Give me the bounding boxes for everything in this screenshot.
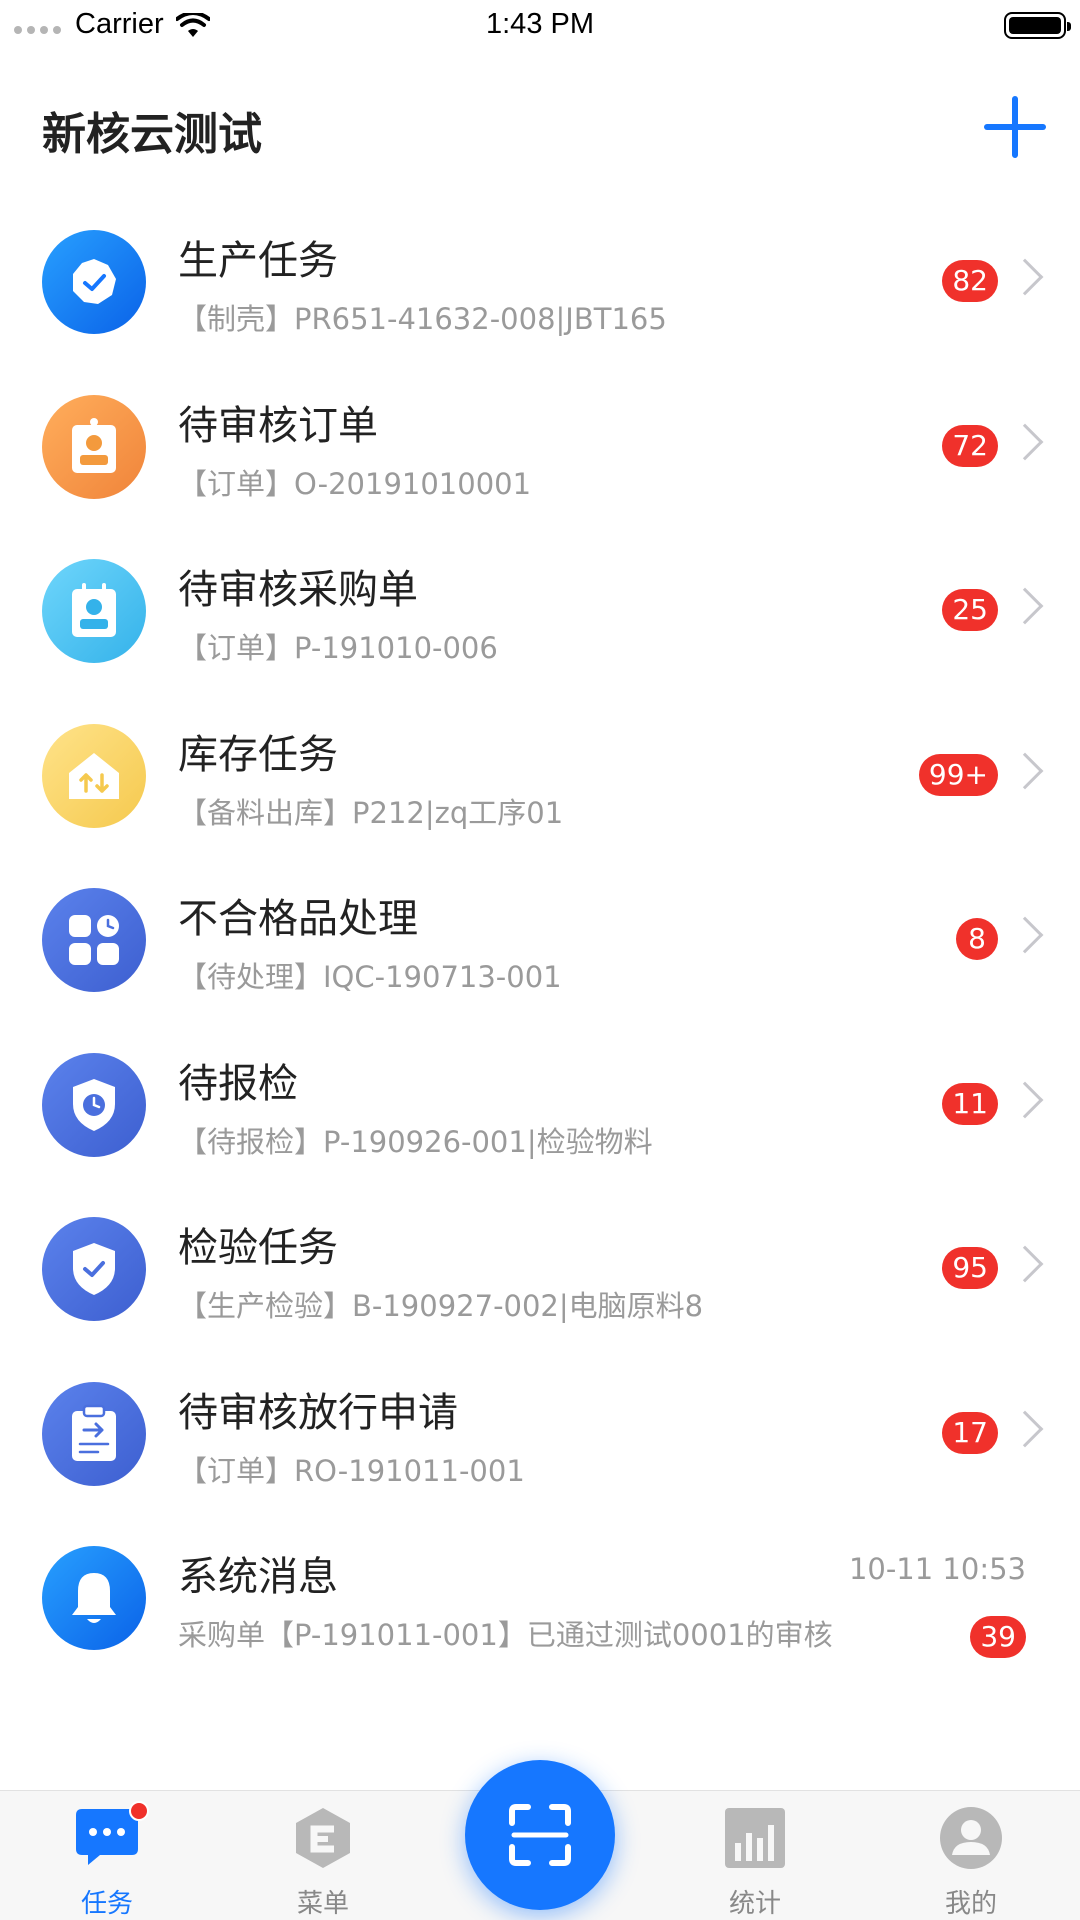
scan-button[interactable]: [465, 1760, 615, 1910]
chevron-right-icon: [1006, 1081, 1044, 1118]
battery-icon: [1004, 12, 1071, 39]
task-title: 待审核采购单: [178, 567, 418, 613]
page-title: 新核云测试: [42, 109, 262, 160]
add-button[interactable]: [980, 92, 1050, 162]
chevron-right-icon: [1006, 1245, 1044, 1283]
count-badge: 82: [942, 260, 998, 302]
id-card-icon: [42, 394, 146, 499]
task-row-inventory[interactable]: 库存任务 【备料出库】P212|zq工序01 99+: [0, 694, 1080, 859]
bar-chart-icon: [725, 1808, 785, 1868]
count-badge: 39: [970, 1616, 1026, 1658]
task-subtitle: 【订单】O-20191010001: [178, 466, 532, 501]
task-subtitle: 【订单】P-191010-006: [178, 631, 498, 665]
count-badge: 17: [942, 1411, 998, 1454]
count-badge: 99+: [918, 753, 998, 796]
status-bar: Carrier 1:43 PM: [0, 0, 1080, 52]
tab-tasks[interactable]: 任务: [27, 1791, 187, 1920]
task-title: 待审核放行申请: [178, 1389, 458, 1436]
header: 新核云测试: [0, 80, 1080, 170]
task-list: 生产任务 【制壳】PR651-41632-008|JBT165 82 待审核订单…: [0, 200, 1080, 1681]
chevron-right-icon: [1006, 423, 1044, 460]
message-time: 10-11 10:53: [848, 1552, 1026, 1586]
menu-cube-icon: [296, 1808, 350, 1868]
task-subtitle: 【备料出库】P212|zq工序01: [178, 795, 564, 830]
chevron-right-icon: [1006, 916, 1044, 954]
status-time: 1:43 PM: [486, 8, 594, 40]
chevron-right-icon: [1006, 752, 1044, 789]
message-subtitle: 采购单【P-191011-001】已通过测试0001的审核: [178, 1618, 833, 1652]
tab-label: 我的: [944, 1889, 997, 1919]
task-subtitle: 【生产检验】B-190927-002|电脑原料8: [178, 1289, 704, 1323]
task-row-release-approval[interactable]: 待审核放行申请 【订单】RO-191011-001 17: [0, 1352, 1080, 1517]
bell-icon: [42, 1546, 146, 1650]
task-title: 生产任务: [178, 238, 338, 284]
message-title: 系统消息: [178, 1554, 338, 1600]
tab-menu[interactable]: 菜单: [243, 1791, 403, 1920]
task-title: 待报检: [178, 1060, 298, 1107]
check-badge-icon: [42, 230, 146, 334]
count-badge: 72: [942, 424, 998, 467]
tab-label: 统计: [728, 1889, 781, 1919]
shield-clock-icon: [42, 1052, 146, 1157]
count-badge: 8: [956, 918, 998, 960]
task-subtitle: 【待处理】IQC-190713-001: [178, 960, 562, 994]
notification-dot: [129, 1801, 149, 1821]
shield-check-icon: [42, 1217, 146, 1321]
chevron-right-icon: [1006, 587, 1044, 625]
task-title: 检验任务: [178, 1225, 338, 1271]
task-row-pending-inspection[interactable]: 待报检 【待报检】P-190926-001|检验物料 11: [0, 1023, 1080, 1188]
task-title: 待审核订单: [178, 402, 378, 449]
task-row-pending-orders[interactable]: 待审核订单 【订单】O-20191010001 72: [0, 365, 1080, 530]
count-badge: 95: [942, 1247, 998, 1289]
task-row-pending-purchase[interactable]: 待审核采购单 【订单】P-191010-006 25: [0, 529, 1080, 694]
task-row-nonconforming[interactable]: 不合格品处理 【待处理】IQC-190713-001 8: [0, 858, 1080, 1023]
clipboard-icon: [42, 1381, 146, 1486]
task-subtitle: 【制壳】PR651-41632-008|JBT165: [178, 302, 667, 336]
warehouse-icon: [42, 723, 146, 828]
task-row-production[interactable]: 生产任务 【制壳】PR651-41632-008|JBT165 82: [0, 200, 1080, 365]
tab-statistics[interactable]: 统计: [675, 1791, 835, 1920]
grid-clock-icon: [42, 888, 146, 992]
chevron-right-icon: [1006, 1410, 1044, 1447]
task-title: 不合格品处理: [178, 896, 418, 942]
tab-mine[interactable]: 我的: [891, 1791, 1051, 1920]
tab-label: 菜单: [296, 1889, 349, 1919]
count-badge: 11: [942, 1082, 998, 1125]
tab-label: 任务: [80, 1889, 133, 1919]
contact-card-icon: [42, 559, 146, 663]
task-row-inspection[interactable]: 检验任务 【生产检验】B-190927-002|电脑原料8 95: [0, 1187, 1080, 1352]
message-row[interactable]: 系统消息 10-11 10:53 采购单【P-191011-001】已通过测试0…: [0, 1516, 1080, 1681]
user-icon: [940, 1807, 1002, 1869]
task-title: 库存任务: [178, 731, 338, 778]
task-subtitle: 【订单】RO-191011-001: [178, 1453, 525, 1488]
count-badge: 25: [942, 589, 998, 631]
task-subtitle: 【待报检】P-190926-001|检验物料: [178, 1124, 653, 1159]
chevron-right-icon: [1006, 258, 1044, 296]
scan-icon: [509, 1804, 571, 1866]
